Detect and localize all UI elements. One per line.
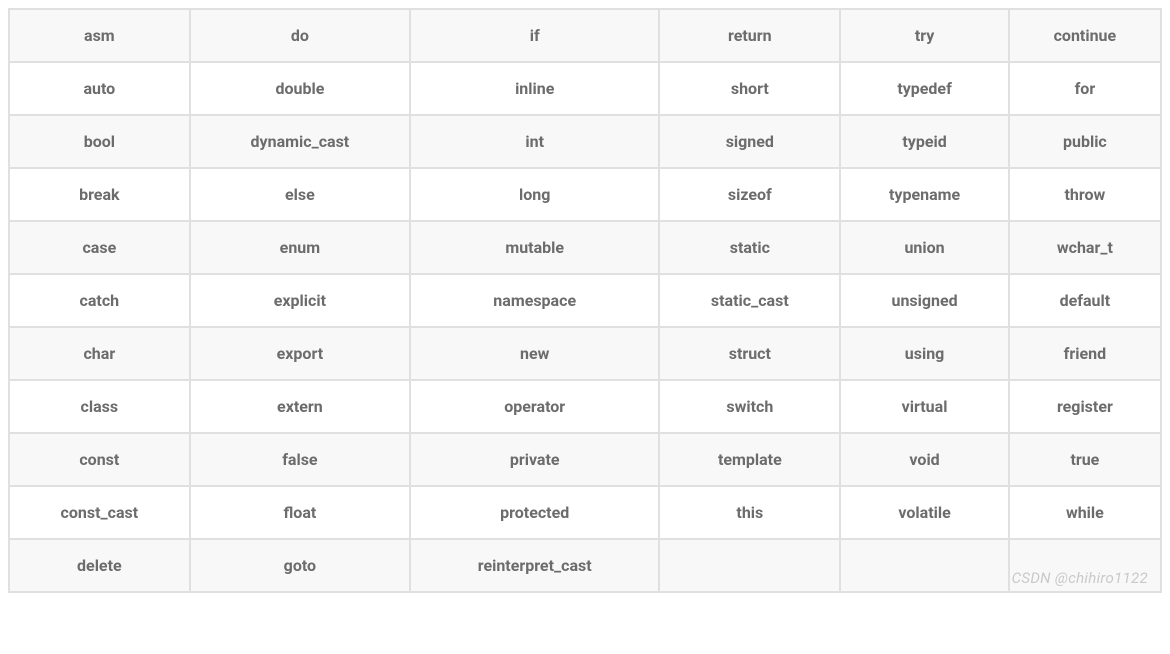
table-row: case enum mutable static union wchar_t — [9, 221, 1161, 274]
table-cell: while — [1009, 486, 1161, 539]
table-cell: friend — [1009, 327, 1161, 380]
table-cell: catch — [9, 274, 190, 327]
table-cell: break — [9, 168, 190, 221]
table-cell: bool — [9, 115, 190, 168]
table-cell: typedef — [840, 62, 1008, 115]
table-cell: typeid — [840, 115, 1008, 168]
table-cell: char — [9, 327, 190, 380]
table-cell: static — [659, 221, 840, 274]
table-cell: enum — [190, 221, 410, 274]
table-cell: extern — [190, 380, 410, 433]
table-cell: do — [190, 9, 410, 62]
table-cell: false — [190, 433, 410, 486]
table-cell: continue — [1009, 9, 1161, 62]
table-cell: export — [190, 327, 410, 380]
table-cell: static_cast — [659, 274, 840, 327]
table-cell: throw — [1009, 168, 1161, 221]
table-cell: dynamic_cast — [190, 115, 410, 168]
table-row: break else long sizeof typename throw — [9, 168, 1161, 221]
table-row: auto double inline short typedef for — [9, 62, 1161, 115]
table-cell: reinterpret_cast — [410, 539, 659, 592]
table-cell: virtual — [840, 380, 1008, 433]
table-cell: float — [190, 486, 410, 539]
keywords-table-container: asm do if return try continue auto doubl… — [8, 8, 1162, 593]
table-cell: long — [410, 168, 659, 221]
table-cell: double — [190, 62, 410, 115]
table-row: const false private template void true — [9, 433, 1161, 486]
table-cell — [840, 539, 1008, 592]
table-cell: private — [410, 433, 659, 486]
table-cell: this — [659, 486, 840, 539]
table-cell: sizeof — [659, 168, 840, 221]
table-cell — [1009, 539, 1161, 592]
keywords-table: asm do if return try continue auto doubl… — [8, 8, 1162, 593]
table-cell: return — [659, 9, 840, 62]
table-cell: delete — [9, 539, 190, 592]
table-cell: inline — [410, 62, 659, 115]
table-cell: auto — [9, 62, 190, 115]
table-cell: using — [840, 327, 1008, 380]
table-cell: default — [1009, 274, 1161, 327]
table-cell: class — [9, 380, 190, 433]
table-cell: void — [840, 433, 1008, 486]
table-cell: protected — [410, 486, 659, 539]
table-cell: wchar_t — [1009, 221, 1161, 274]
table-cell: try — [840, 9, 1008, 62]
table-cell: volatile — [840, 486, 1008, 539]
table-cell: goto — [190, 539, 410, 592]
table-cell: namespace — [410, 274, 659, 327]
table-row: char export new struct using friend — [9, 327, 1161, 380]
table-row: catch explicit namespace static_cast uns… — [9, 274, 1161, 327]
table-cell: unsigned — [840, 274, 1008, 327]
table-cell: short — [659, 62, 840, 115]
table-cell: struct — [659, 327, 840, 380]
table-cell: new — [410, 327, 659, 380]
table-cell: if — [410, 9, 659, 62]
table-cell: else — [190, 168, 410, 221]
table-body: asm do if return try continue auto doubl… — [9, 9, 1161, 592]
table-cell: asm — [9, 9, 190, 62]
table-cell: register — [1009, 380, 1161, 433]
table-cell: typename — [840, 168, 1008, 221]
table-cell: case — [9, 221, 190, 274]
table-cell: union — [840, 221, 1008, 274]
table-cell: signed — [659, 115, 840, 168]
table-cell: switch — [659, 380, 840, 433]
table-cell: int — [410, 115, 659, 168]
table-cell — [659, 539, 840, 592]
table-cell: operator — [410, 380, 659, 433]
table-cell: const_cast — [9, 486, 190, 539]
table-row: asm do if return try continue — [9, 9, 1161, 62]
table-cell: const — [9, 433, 190, 486]
table-cell: for — [1009, 62, 1161, 115]
table-cell: template — [659, 433, 840, 486]
table-row: delete goto reinterpret_cast — [9, 539, 1161, 592]
table-cell: public — [1009, 115, 1161, 168]
table-row: const_cast float protected this volatile… — [9, 486, 1161, 539]
table-cell: true — [1009, 433, 1161, 486]
table-row: bool dynamic_cast int signed typeid publ… — [9, 115, 1161, 168]
table-row: class extern operator switch virtual reg… — [9, 380, 1161, 433]
table-cell: explicit — [190, 274, 410, 327]
table-cell: mutable — [410, 221, 659, 274]
